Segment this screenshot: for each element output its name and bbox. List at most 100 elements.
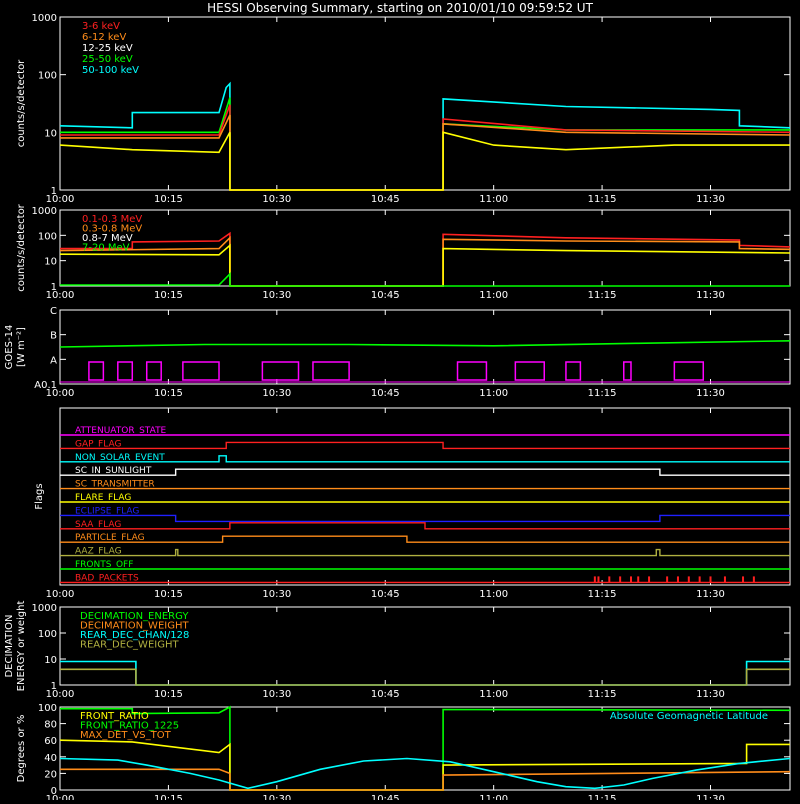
- x-tick-label: 10:30: [262, 388, 291, 399]
- x-tick-label: 11:30: [696, 589, 725, 600]
- figure-title: HESSI Observing Summary, starting on 201…: [207, 1, 593, 15]
- x-tick-label: 11:30: [696, 290, 725, 301]
- panel-decimation: 10:00 10:15 10:30 10:45 11:00 11:15 11:3011010…: [4, 601, 791, 700]
- panel-flags: 10:00 10:15 10:30 10:45 11:00 11:15 11:30 Flags…: [34, 407, 791, 600]
- panel-rates_low: 10:00 10:15 10:30 10:45 11:00 11:15 11:3011010…: [16, 13, 791, 205]
- x-tick-label: 11:30: [696, 689, 725, 700]
- x-tick-label: 11:00: [479, 290, 508, 301]
- y-axis-label-2: ENERGY or weight: [16, 601, 27, 692]
- panel-frame: [59, 209, 791, 287]
- y-axis-label: Flags: [34, 483, 45, 509]
- y-axis-label: DECIMATION: [4, 614, 15, 677]
- x-tick-label: 10:15: [154, 194, 183, 205]
- panel-frame: [59, 16, 791, 191]
- x-tick-label: 11:15: [588, 388, 617, 399]
- legend-entry: 7-20 MeV: [82, 243, 130, 254]
- x-tick-label: 10:45: [371, 388, 400, 399]
- y-axis-label: counts/s/detector: [16, 203, 27, 291]
- series-line: [60, 668, 790, 686]
- flag-line: [60, 535, 790, 543]
- x-tick-label: 11:30: [696, 194, 725, 205]
- y-tick-label: A: [50, 355, 57, 366]
- goes-burst: [565, 361, 582, 381]
- flag-line: [60, 468, 790, 476]
- series-line: [59, 739, 790, 791]
- x-tick-label: 10:15: [154, 689, 183, 700]
- legend-entry: 3-6 keV: [82, 21, 120, 32]
- goes-burst: [673, 361, 705, 381]
- flag-line: [60, 514, 790, 523]
- x-tick-label: 11:00: [479, 689, 508, 700]
- series-line: [59, 131, 790, 191]
- y-tick-label: 100: [38, 629, 57, 640]
- y-tick-label: 10: [44, 257, 57, 268]
- series-line: [59, 81, 791, 191]
- x-tick-label: 10:15: [154, 589, 183, 600]
- y-tick-label: 100: [38, 231, 57, 242]
- series-line: [60, 271, 790, 287]
- x-tick-label: 11:00: [479, 194, 508, 205]
- x-tick-label: 11:15: [588, 794, 617, 800]
- series-line: [60, 114, 791, 191]
- goes-burst: [145, 361, 162, 381]
- series-line: [60, 660, 790, 686]
- x-tick-label: 11:15: [588, 290, 617, 301]
- flag-line: [60, 455, 790, 463]
- flag-line: [60, 441, 790, 450]
- panel-rates_high: 10:00 10:15 10:30 10:45 11:00 11:15 11:3011010…: [16, 203, 791, 301]
- series-line: [59, 243, 791, 287]
- x-tick-label: 10:15: [154, 290, 183, 301]
- legend-entry: MAX_DET_VS_TOT: [80, 730, 172, 741]
- series-line: [59, 235, 791, 287]
- y-tick-label: C: [50, 306, 57, 317]
- goes-burst: [182, 361, 220, 381]
- y-axis-label: counts/s/detector: [16, 59, 27, 147]
- y-tick-label: 1000: [32, 603, 57, 614]
- y-tick-label: 40: [44, 753, 57, 764]
- x-tick-label: 10:30: [262, 689, 291, 700]
- legend-entry: 25-50 keV: [82, 54, 133, 65]
- series-line: [59, 757, 791, 790]
- hessi-summary-figure: HESSI Observing Summary, starting on 201…: [0, 0, 800, 804]
- y-axis-label: Degrees or %: [16, 715, 27, 783]
- x-tick-label: 11:15: [588, 589, 617, 600]
- goes-burst: [514, 361, 546, 381]
- chart-canvas: HESSI Observing Summary, starting on 201…: [4, 1, 791, 804]
- goes-burst: [312, 361, 350, 381]
- goes-burst: [117, 361, 134, 381]
- y-tick-label: 0: [51, 786, 57, 797]
- y-tick-label: 60: [44, 736, 57, 747]
- x-tick-label: 10:15: [154, 388, 183, 399]
- annotation-label: Absolute Geomagnetic Latitude: [610, 711, 768, 722]
- x-tick-label: 11:30: [696, 794, 725, 800]
- y-axis-label: GOES-14: [4, 325, 15, 370]
- x-tick-label: 10:45: [371, 689, 400, 700]
- x-tick-label: 11:00: [479, 589, 508, 600]
- y-axis-label-2: [W m⁻²]: [16, 327, 27, 367]
- x-tick-label: 11:00: [479, 794, 508, 800]
- y-tick-label: 1: [51, 186, 57, 197]
- goes-burst: [261, 361, 300, 381]
- flag-line: [60, 522, 790, 530]
- y-tick-label: 100: [38, 71, 57, 82]
- panel-frame: [59, 309, 791, 385]
- panel-goes: 10:00 10:15 10:30 10:45 11:00 11:15 11:30A0.1A…: [4, 306, 791, 399]
- y-tick-label: A0.1: [34, 380, 57, 391]
- x-tick-label: 11:15: [588, 194, 617, 205]
- x-tick-label: 10:30: [262, 794, 291, 800]
- series-line: [60, 97, 790, 191]
- x-tick-label: 10:45: [371, 194, 400, 205]
- y-tick-label: 20: [44, 769, 57, 780]
- y-tick-label: 10: [44, 128, 57, 139]
- x-tick-label: 10:15: [154, 794, 183, 800]
- x-tick-label: 10:45: [371, 589, 400, 600]
- legend-entry: 6-12 keV: [82, 32, 126, 43]
- panels: 10:00 10:15 10:30 10:45 11:00 11:15 11:3011010…: [4, 13, 791, 804]
- y-tick-label: 1: [51, 681, 57, 692]
- x-tick-label: 11:00: [479, 388, 508, 399]
- series-line: [60, 104, 791, 191]
- legend-entry: 12-25 keV: [82, 43, 133, 54]
- x-tick-label: 11:15: [588, 689, 617, 700]
- goes-burst: [623, 361, 632, 381]
- panel-ratios: 10:00 10:15 10:30 10:45 11:00 11:15 11:3002040…: [16, 703, 791, 804]
